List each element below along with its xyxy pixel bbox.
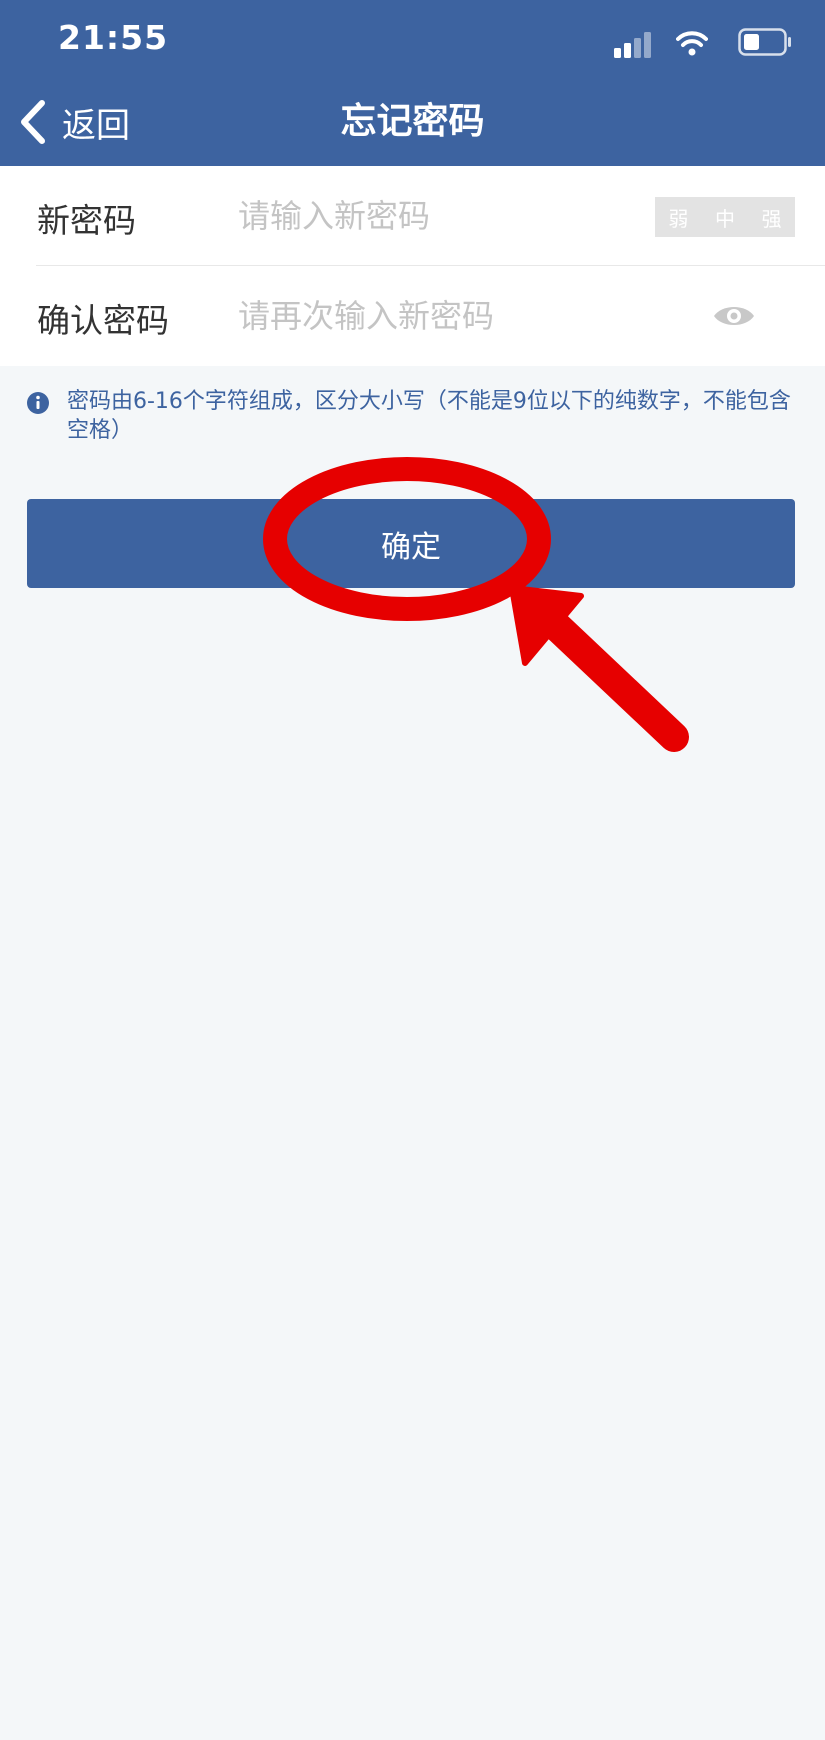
confirm-password-input[interactable]	[238, 288, 638, 344]
annotation-arrow-shaft	[533, 603, 689, 752]
wifi-icon	[676, 31, 708, 56]
confirm-password-row: 确认密码	[0, 266, 825, 366]
info-icon	[27, 392, 49, 414]
confirm-password-label: 确认密码	[37, 301, 169, 340]
eye-icon[interactable]	[712, 298, 756, 334]
hint-text: 密码由6-16个字符组成，区分大小写（不能是9位以下的纯数字，不能包含空格）	[67, 389, 791, 443]
back-label: 返回	[62, 105, 130, 146]
annotation-arrow-head	[509, 585, 584, 666]
new-password-row: 新密码 弱 中 强	[0, 166, 825, 266]
strength-weak: 弱	[668, 206, 689, 231]
new-password-input[interactable]	[238, 188, 638, 244]
confirm-button[interactable]: 确定	[27, 499, 795, 588]
signal-icon	[614, 32, 651, 58]
back-button[interactable]: 返回	[18, 96, 130, 148]
new-password-label: 新密码	[37, 201, 136, 240]
strength-medium: 中	[714, 206, 735, 231]
app-header: 21:55 返回 忘记密码	[0, 0, 825, 166]
chevron-left-icon	[21, 100, 45, 144]
password-strength-meter: 弱 中 强	[655, 197, 795, 237]
status-time: 21:55	[58, 18, 169, 57]
battery-icon	[738, 28, 791, 56]
strength-strong: 强	[761, 206, 782, 231]
password-form: 新密码 弱 中 强 确认密码	[0, 166, 825, 366]
